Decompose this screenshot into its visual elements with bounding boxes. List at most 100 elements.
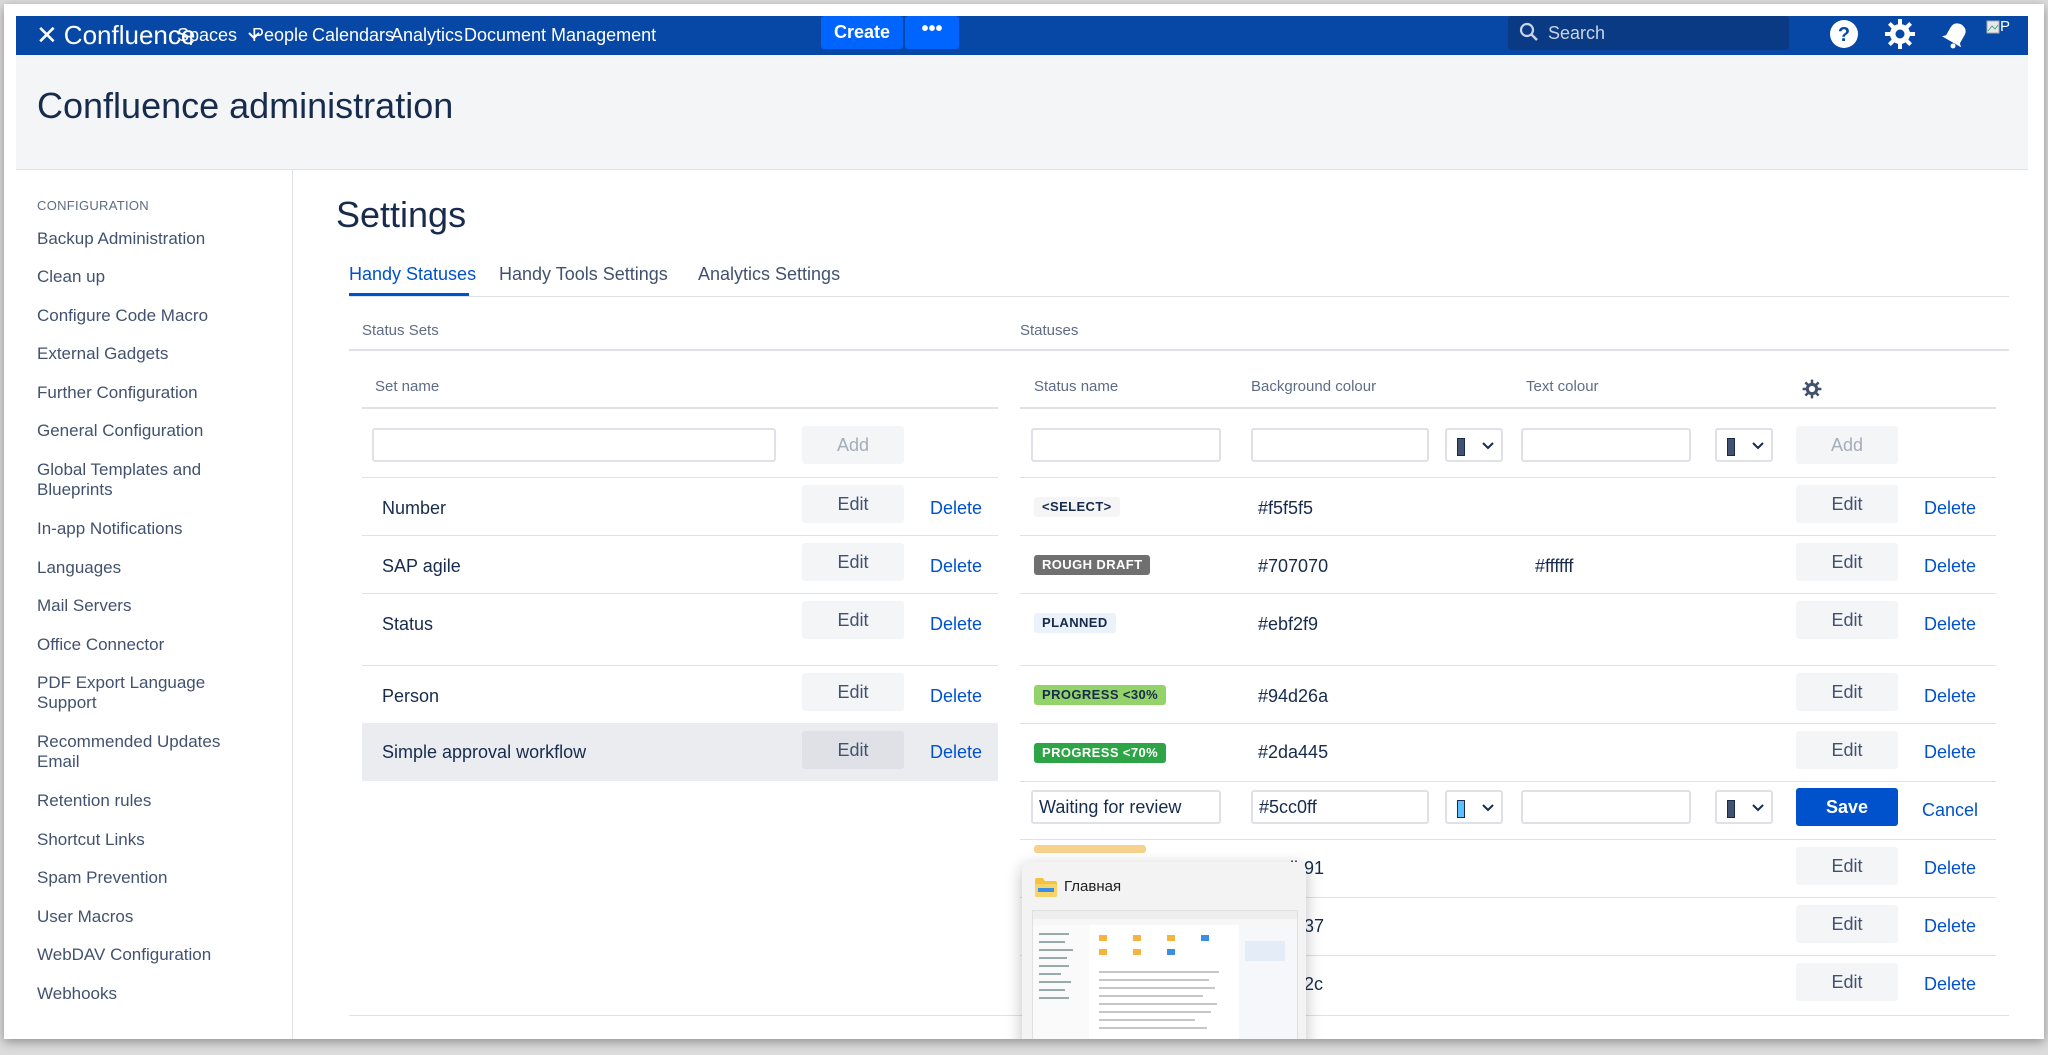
sidebar-item-pdf-export-language-support[interactable]: PDF Export Language Support xyxy=(37,673,237,713)
delete-status-link[interactable]: Delete xyxy=(1924,974,1976,995)
sidebar-item-spam-prevention[interactable]: Spam Prevention xyxy=(37,868,277,888)
chevron-down-icon xyxy=(1482,804,1494,812)
screenshot-frame: ✕ Confluence Spaces People Calendars Anal… xyxy=(4,4,2044,1039)
text-colour-value: #ffffff xyxy=(1535,556,1574,576)
sidebar-item-webdav-configuration[interactable]: WebDAV Configuration xyxy=(37,945,277,965)
row-divider xyxy=(362,535,998,536)
sidebar-item-mail-servers[interactable]: Mail Servers xyxy=(37,596,277,616)
status-lozenge-obscured xyxy=(1034,845,1146,853)
page-header: Confluence administration xyxy=(16,55,2028,170)
nav-document-management[interactable]: Document Management xyxy=(464,16,656,55)
sidebar-item-configure-code-macro[interactable]: Configure Code Macro xyxy=(37,306,277,326)
edit-status-button[interactable]: Edit xyxy=(1796,601,1898,639)
nav-analytics[interactable]: Analytics xyxy=(391,16,463,55)
row-divider xyxy=(1020,839,1996,840)
edit-status-button[interactable]: Edit xyxy=(1796,543,1898,581)
tab-analytics-settings[interactable]: Analytics Settings xyxy=(698,264,840,285)
help-icon[interactable]: ? xyxy=(1828,18,1860,50)
sidebar-item-global-templates[interactable]: Global Templates and Blueprints xyxy=(37,460,237,500)
delete-status-link[interactable]: Delete xyxy=(1924,858,1976,879)
confluence-logo[interactable]: ✕ Confluence xyxy=(36,16,195,55)
add-status-button[interactable]: Add xyxy=(1796,426,1898,464)
background-colour-picker[interactable] xyxy=(1445,428,1503,462)
search-input[interactable]: Search xyxy=(1508,16,1789,50)
gear-icon[interactable] xyxy=(1884,18,1916,50)
settings-title: Settings xyxy=(336,194,467,235)
edit-text-colour-picker[interactable] xyxy=(1715,790,1773,824)
tab-handy-tools-settings[interactable]: Handy Tools Settings xyxy=(499,264,668,285)
delete-status-link[interactable]: Delete xyxy=(1924,742,1976,763)
edit-status-button[interactable]: Edit xyxy=(1796,731,1898,769)
edit-background-colour-picker[interactable] xyxy=(1445,790,1503,824)
delete-status-link[interactable]: Delete xyxy=(1924,916,1976,937)
edit-status-button[interactable]: Edit xyxy=(1796,905,1898,943)
sidebar-item-clean-up[interactable]: Clean up xyxy=(37,267,277,287)
text-colour-input[interactable] xyxy=(1521,428,1691,462)
delete-status-link[interactable]: Delete xyxy=(1924,614,1976,635)
background-colour-value: #f5f5f5 xyxy=(1258,498,1314,518)
sidebar-item-general-configuration[interactable]: General Configuration xyxy=(37,421,277,441)
nav-spaces[interactable]: Spaces xyxy=(177,16,260,55)
save-button[interactable]: Save xyxy=(1796,788,1898,826)
folder-icon xyxy=(1035,878,1057,897)
delete-set-link[interactable]: Delete xyxy=(930,742,982,763)
notification-bell-icon[interactable] xyxy=(1940,18,1972,50)
edit-status-button[interactable]: Edit xyxy=(1796,847,1898,885)
sidebar-item-in-app-notifications[interactable]: In-app Notifications xyxy=(37,519,277,539)
edit-text-colour-input[interactable] xyxy=(1521,790,1691,824)
sidebar-item-user-macros[interactable]: User Macros xyxy=(37,907,277,927)
delete-status-link[interactable]: Delete xyxy=(1924,498,1976,519)
row-divider xyxy=(362,665,998,666)
background-colour-value: #2da445 xyxy=(1258,742,1329,762)
avatar-alt-text: P xyxy=(2000,18,2011,35)
status-lozenge: PROGRESS <30% xyxy=(1034,685,1167,705)
sidebar-item-shortcut-links[interactable]: Shortcut Links xyxy=(37,830,277,850)
search-placeholder: Search xyxy=(1548,23,1606,43)
delete-set-link[interactable]: Delete xyxy=(930,614,982,635)
delete-set-link[interactable]: Delete xyxy=(930,556,982,577)
sidebar-item-external-gadgets[interactable]: External Gadgets xyxy=(37,344,277,364)
edit-set-button[interactable]: Edit xyxy=(802,731,904,769)
nav-people[interactable]: People xyxy=(252,16,308,55)
sidebar-item-office-connector[interactable]: Office Connector xyxy=(37,635,277,655)
delete-set-link[interactable]: Delete xyxy=(930,498,982,519)
status-name-input[interactable] xyxy=(1031,428,1221,462)
edit-status-button[interactable]: Edit xyxy=(1796,673,1898,711)
edit-status-button[interactable]: Edit xyxy=(1796,485,1898,523)
cancel-link[interactable]: Cancel xyxy=(1922,800,1978,821)
edit-set-button[interactable]: Edit xyxy=(802,543,904,581)
sidebar-item-backup-administration[interactable]: Backup Administration xyxy=(37,229,277,249)
edit-background-colour-input[interactable]: #5cc0ff xyxy=(1251,790,1429,824)
section-divider xyxy=(349,349,2009,351)
delete-status-link[interactable]: Delete xyxy=(1924,686,1976,707)
background-colour-value: #707070 xyxy=(1258,556,1329,576)
edit-status-button[interactable]: Edit xyxy=(1796,963,1898,1001)
create-button[interactable]: Create xyxy=(821,16,903,49)
background-colour-input[interactable] xyxy=(1251,428,1429,462)
row-divider xyxy=(1020,665,1996,666)
tab-handy-statuses[interactable]: Handy Statuses xyxy=(349,264,476,285)
sidebar-item-retention-rules[interactable]: Retention rules xyxy=(37,791,277,811)
avatar[interactable]: P xyxy=(1984,18,2016,50)
set-name-input[interactable] xyxy=(372,428,776,462)
delete-set-link[interactable]: Delete xyxy=(930,686,982,707)
sidebar-item-further-configuration[interactable]: Further Configuration xyxy=(37,383,277,403)
logo-text: Confluence xyxy=(63,20,196,50)
more-button[interactable]: ••• xyxy=(905,16,959,49)
sidebar-item-languages[interactable]: Languages xyxy=(37,558,277,578)
explorer-window-preview[interactable]: Главная xyxy=(1022,862,1306,1039)
edit-status-name-input[interactable]: Waiting for review xyxy=(1031,790,1221,824)
column-settings-gear-icon[interactable] xyxy=(1802,379,1822,399)
edit-set-button[interactable]: Edit xyxy=(802,673,904,711)
edit-set-button[interactable]: Edit xyxy=(802,601,904,639)
nav-calendars[interactable]: Calendars xyxy=(312,16,394,55)
sidebar-item-webhooks[interactable]: Webhooks xyxy=(37,984,277,1004)
delete-status-link[interactable]: Delete xyxy=(1924,556,1976,577)
row-divider xyxy=(1020,593,1996,594)
text-colour-picker[interactable] xyxy=(1715,428,1773,462)
add-set-button[interactable]: Add xyxy=(802,426,904,464)
status-set-name: Number xyxy=(382,498,447,518)
edit-set-button[interactable]: Edit xyxy=(802,485,904,523)
sidebar-item-recommended-updates-email[interactable]: Recommended Updates Email xyxy=(37,732,237,772)
chevron-down-icon xyxy=(1752,804,1764,812)
